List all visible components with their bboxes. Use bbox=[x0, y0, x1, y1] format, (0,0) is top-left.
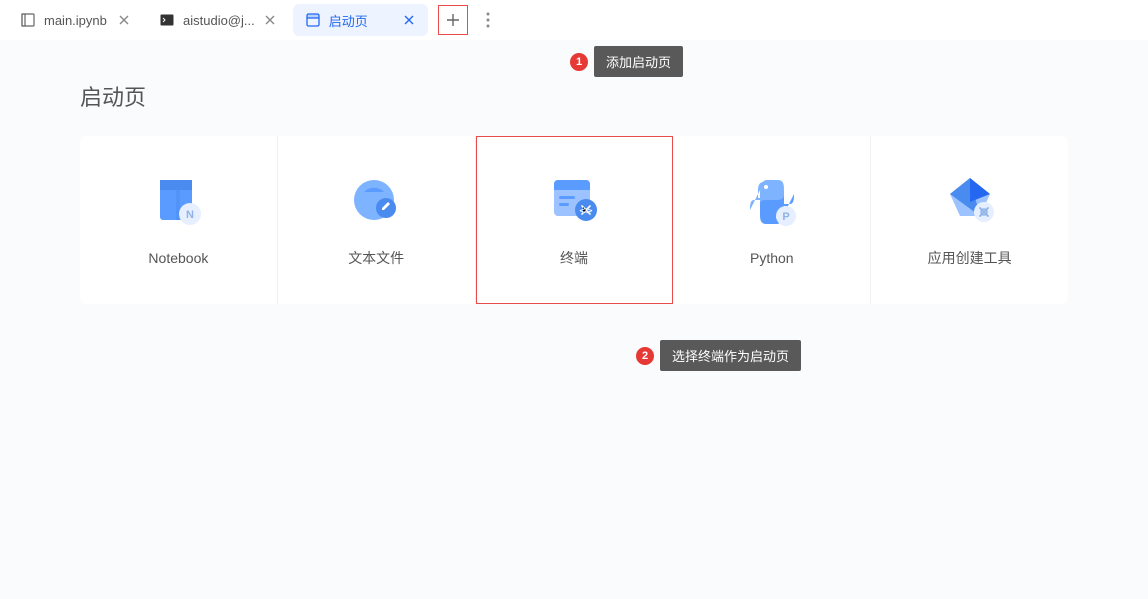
terminal-tile-icon: <> bbox=[546, 172, 602, 228]
add-tab-button[interactable] bbox=[438, 5, 468, 35]
launcher-card-label: Notebook bbox=[148, 250, 208, 266]
launcher-card-terminal[interactable]: <> 终端 bbox=[476, 136, 674, 304]
launcher-card-label: Python bbox=[750, 250, 794, 266]
callout-label: 选择终端作为启动页 bbox=[660, 340, 801, 371]
callout-add-launcher: 1 添加启动页 bbox=[570, 46, 683, 77]
page-title: 启动页 bbox=[80, 80, 1068, 112]
tab-launcher[interactable]: 启动页 bbox=[293, 4, 428, 36]
callout-number: 2 bbox=[636, 347, 654, 365]
launcher-card-notebook[interactable]: N Notebook bbox=[80, 136, 278, 304]
terminal-icon bbox=[159, 12, 175, 28]
launcher-page: 启动页 N Notebook bbox=[0, 40, 1148, 344]
callout-number: 1 bbox=[570, 53, 588, 71]
close-icon[interactable] bbox=[402, 13, 416, 27]
launcher-card-label: 文本文件 bbox=[348, 248, 404, 268]
tab-label: 启动页 bbox=[329, 11, 394, 30]
launcher-card-textfile[interactable]: 文本文件 bbox=[278, 136, 476, 304]
tab-label: main.ipynb bbox=[44, 13, 109, 28]
tab-bar: main.ipynb aistudio@j... 启动页 bbox=[0, 0, 1148, 40]
launcher-card-python[interactable]: P Python bbox=[673, 136, 871, 304]
callout-label: 添加启动页 bbox=[594, 46, 683, 77]
launcher-card-label: 应用创建工具 bbox=[928, 248, 1012, 268]
launcher-card-apptool[interactable]: 应用创建工具 bbox=[871, 136, 1068, 304]
python-tile-icon: P bbox=[744, 174, 800, 230]
svg-text:N: N bbox=[186, 209, 194, 221]
close-icon[interactable] bbox=[263, 13, 277, 27]
notebook-tile-icon: N bbox=[150, 174, 206, 230]
tab-notebook[interactable]: main.ipynb bbox=[8, 4, 143, 36]
svg-text:<>: <> bbox=[579, 204, 593, 217]
callout-select-terminal: 2 选择终端作为启动页 bbox=[636, 340, 801, 371]
launcher-card-label: 终端 bbox=[560, 248, 588, 268]
svg-text:P: P bbox=[782, 211, 789, 223]
notebook-icon bbox=[20, 12, 36, 28]
tab-more-button[interactable] bbox=[478, 5, 498, 35]
launcher-grid: N Notebook 文本文件 bbox=[80, 136, 1068, 304]
textfile-tile-icon bbox=[348, 172, 404, 228]
tab-terminal-session[interactable]: aistudio@j... bbox=[147, 4, 289, 36]
launcher-icon bbox=[305, 12, 321, 28]
apptool-tile-icon bbox=[942, 172, 998, 228]
tab-label: aistudio@j... bbox=[183, 13, 255, 28]
close-icon[interactable] bbox=[117, 13, 131, 27]
